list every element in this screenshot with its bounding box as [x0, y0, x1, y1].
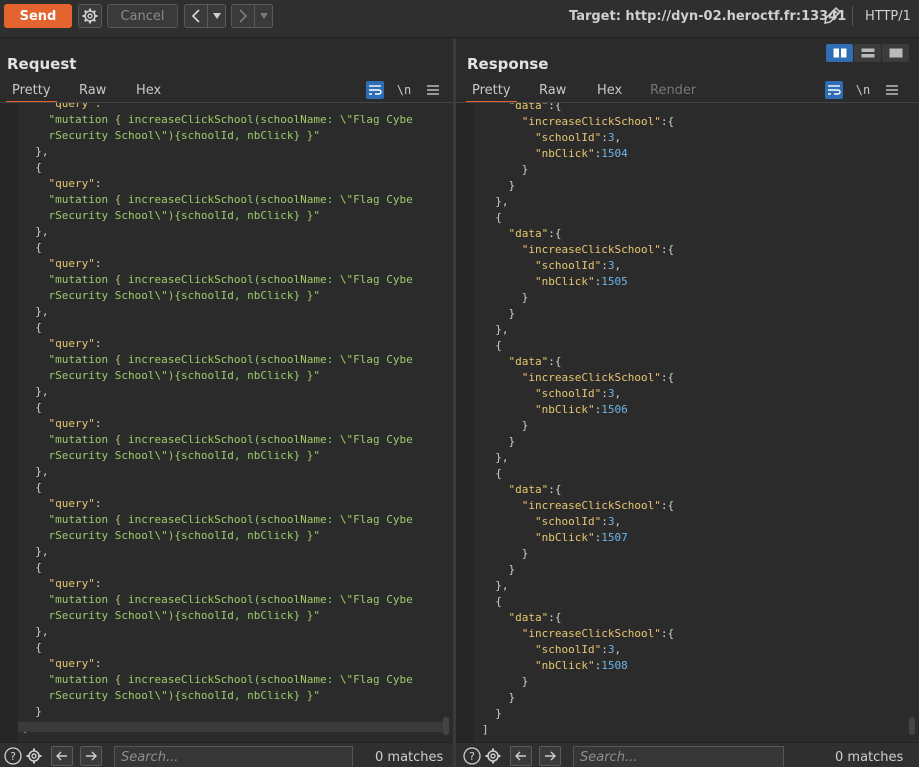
response-editor[interactable]: "data":{ "increaseClickSchool":{ "school… — [456, 103, 919, 742]
layout-toggle-group — [826, 44, 909, 62]
response-tab-render[interactable]: Render — [650, 82, 696, 102]
response-match-count: 0 matches — [835, 750, 904, 765]
response-help-button[interactable]: ? — [462, 746, 482, 766]
chevron-right-icon — [239, 9, 248, 23]
hamburger-menu-icon — [886, 85, 898, 95]
request-code: "query": "mutation { increaseClickSchool… — [22, 103, 413, 734]
request-editor[interactable]: "query": "mutation { increaseClickSchool… — [0, 103, 453, 742]
arrow-right-icon — [86, 751, 97, 761]
back-nav-group — [184, 4, 226, 28]
protocol-label[interactable]: HTTP/1 — [865, 9, 911, 24]
response-menu-button[interactable] — [883, 81, 901, 99]
svg-text:?: ? — [10, 750, 16, 763]
cancel-button[interactable]: Cancel — [107, 4, 178, 28]
request-tab-pretty[interactable]: Pretty — [6, 82, 57, 103]
columns-layout-icon — [833, 48, 846, 58]
single-layout-icon — [889, 48, 902, 58]
request-wrap-toggle[interactable] — [366, 81, 384, 99]
arrow-right-icon — [545, 751, 556, 761]
request-gutter — [0, 103, 18, 742]
settings-button[interactable] — [78, 4, 102, 28]
target-label: Target: http://dyn-02.heroctf.fr:13341 — [569, 9, 847, 24]
response-search-bar: ? 0 matches — [456, 742, 919, 767]
toolbar-separator — [852, 6, 853, 26]
send-button[interactable]: Send — [4, 4, 72, 28]
request-tab-raw[interactable]: Raw — [79, 82, 106, 102]
gear-icon — [82, 8, 98, 24]
layout-side-by-side-button[interactable] — [826, 44, 853, 62]
rows-layout-icon — [861, 48, 874, 58]
word-wrap-icon — [828, 85, 841, 95]
arrow-left-icon — [515, 751, 526, 761]
response-search-input[interactable] — [573, 746, 784, 767]
response-tab-raw[interactable]: Raw — [539, 82, 566, 102]
response-newline-toggle[interactable]: \n — [854, 81, 872, 99]
response-pane: Response Pretty Raw Hex Render \n "data"… — [456, 39, 919, 742]
request-horizontal-scrollbar[interactable] — [18, 722, 443, 732]
request-newline-toggle[interactable]: \n — [395, 81, 413, 99]
gear-icon — [26, 748, 42, 764]
request-search-prev-button[interactable] — [51, 746, 73, 766]
request-match-count: 0 matches — [375, 750, 444, 765]
response-tabs: Pretty Raw Hex Render — [456, 82, 919, 103]
request-menu-button[interactable] — [424, 81, 442, 99]
request-title: Request — [7, 55, 77, 73]
caret-down-icon — [212, 13, 221, 19]
response-wrap-toggle[interactable] — [825, 81, 843, 99]
request-tabs: Pretty Raw Hex — [0, 82, 453, 103]
request-search-next-button[interactable] — [80, 746, 102, 766]
response-tab-hex[interactable]: Hex — [597, 82, 622, 102]
layout-single-button[interactable] — [882, 44, 909, 62]
help-icon: ? — [463, 747, 481, 765]
request-search-settings-button[interactable] — [24, 746, 44, 766]
back-button[interactable] — [185, 5, 207, 27]
gear-icon — [485, 748, 501, 764]
response-code: "data":{ "increaseClickSchool":{ "school… — [482, 103, 675, 736]
response-title: Response — [467, 55, 549, 73]
forward-button[interactable] — [232, 5, 254, 27]
request-tab-hex[interactable]: Hex — [136, 82, 161, 102]
request-search-bar: ? 0 matches — [0, 742, 453, 767]
response-gutter — [456, 103, 474, 742]
request-vertical-scrollbar[interactable] — [443, 717, 449, 735]
chevron-left-icon — [191, 9, 200, 23]
arrow-left-icon — [56, 751, 67, 761]
request-search-input[interactable] — [114, 746, 353, 767]
forward-history-dropdown[interactable] — [254, 5, 272, 27]
pencil-icon — [824, 6, 842, 24]
back-history-dropdown[interactable] — [207, 5, 225, 27]
request-help-button[interactable]: ? — [3, 746, 23, 766]
help-icon: ? — [4, 747, 22, 765]
layout-stacked-button[interactable] — [854, 44, 881, 62]
request-pane: Request Pretty Raw Hex \n "query": "muta… — [0, 39, 453, 742]
edit-target-button[interactable] — [821, 5, 843, 27]
caret-down-icon — [259, 13, 268, 19]
forward-nav-group — [231, 4, 273, 28]
hamburger-menu-icon — [427, 85, 439, 95]
toolbar: Send Cancel Target: http://dyn-02.heroct… — [0, 0, 919, 38]
response-search-next-button[interactable] — [539, 746, 561, 766]
svg-text:?: ? — [469, 750, 475, 763]
response-search-settings-button[interactable] — [483, 746, 503, 766]
response-tab-pretty[interactable]: Pretty — [466, 82, 517, 103]
word-wrap-icon — [369, 85, 382, 95]
response-vertical-scrollbar[interactable] — [909, 717, 915, 735]
response-search-prev-button[interactable] — [510, 746, 532, 766]
